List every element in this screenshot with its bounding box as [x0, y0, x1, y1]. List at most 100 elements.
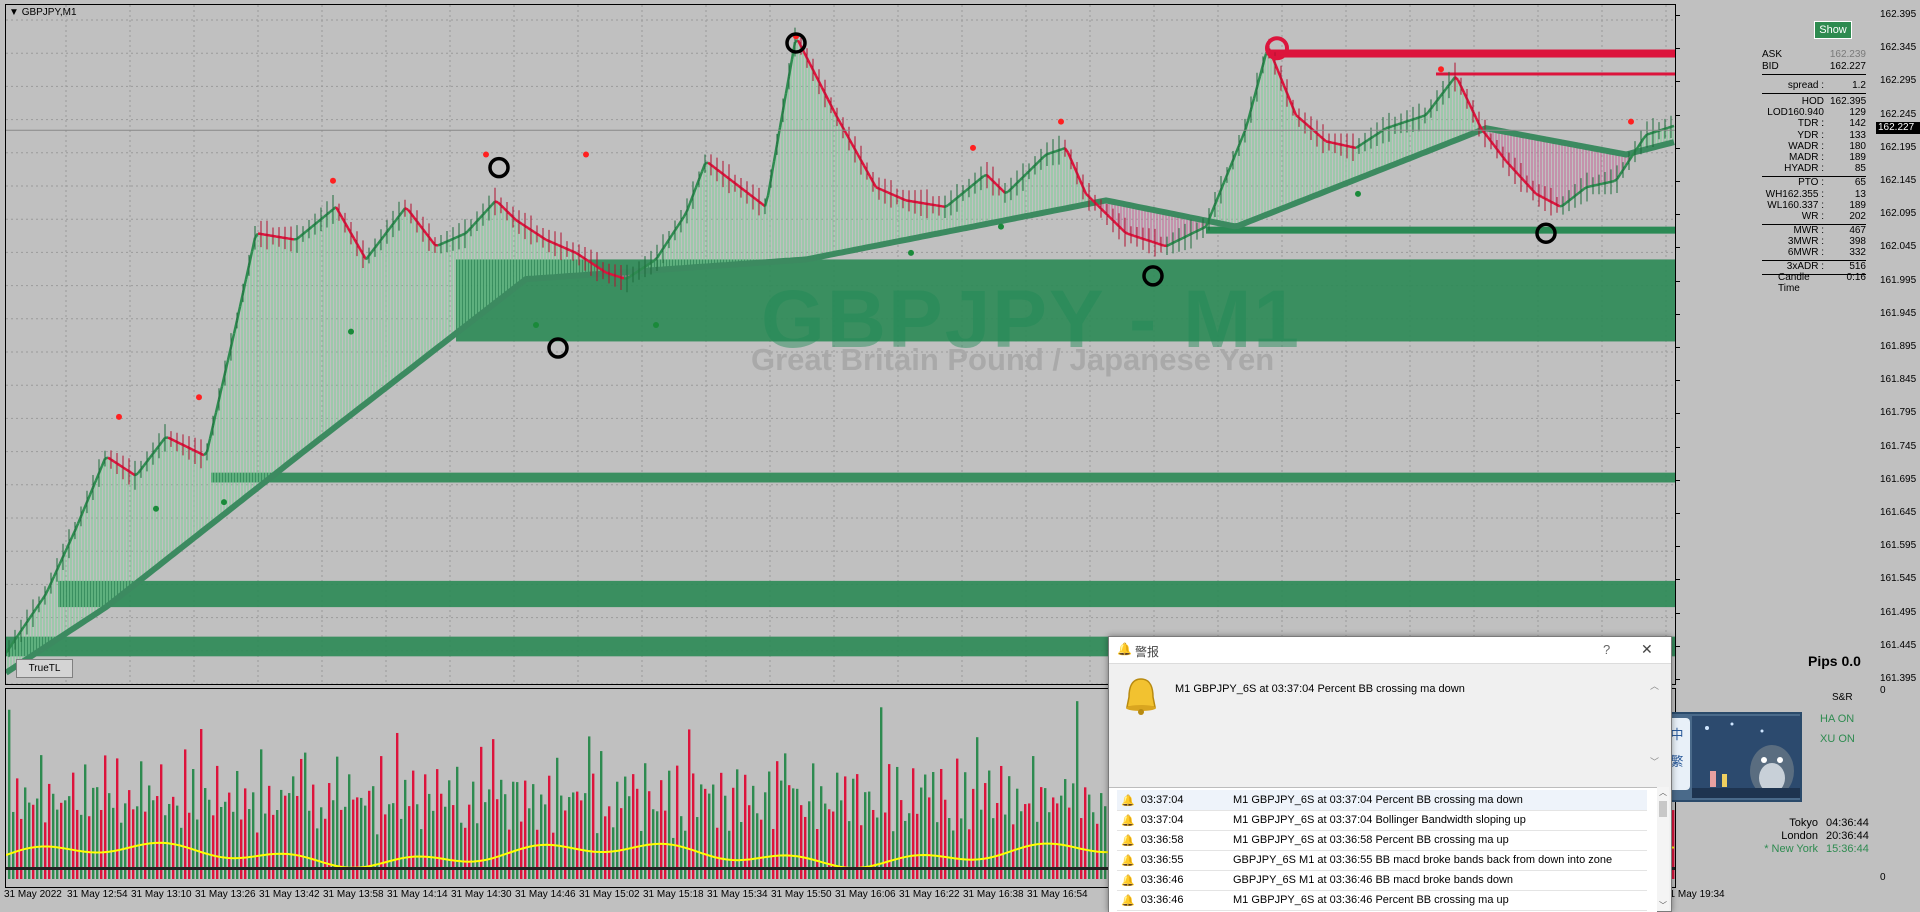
- alert-title: 警报: [1135, 643, 1159, 660]
- price-level-label: 161.495: [1880, 607, 1916, 618]
- help-button[interactable]: ?: [1603, 642, 1610, 657]
- volume-bar: [732, 788, 734, 879]
- volume-bar: [428, 794, 430, 879]
- volume-bar: [456, 767, 458, 879]
- volume-bar: [44, 822, 46, 879]
- alert-list-item[interactable]: 🔔03:36:58M1 GBPJPY_6S at 03:36:58 Percen…: [1117, 830, 1647, 851]
- alert-list-item[interactable]: 🔔03:36:46GBPJPY_6S M1 at 03:36:46 BB mac…: [1117, 870, 1647, 891]
- alert-list-item[interactable]: 🔔03:36:55GBPJPY_6S M1 at 03:36:55 BB mac…: [1117, 850, 1647, 871]
- session-time: 04:36:44: [1826, 817, 1869, 829]
- volume-bar: [724, 796, 726, 879]
- sr-label[interactable]: S&R: [1832, 692, 1853, 703]
- volume-bar: [848, 821, 850, 879]
- volume-bar: [348, 774, 350, 879]
- volume-bar: [780, 781, 782, 879]
- volume-bar: [104, 755, 106, 879]
- volume-bar: [516, 782, 518, 879]
- price-tick: [1676, 15, 1680, 16]
- alert-message: M1 GBPJPY_6S at 03:36:46 Percent BB cros…: [1233, 894, 1647, 906]
- volume-bar: [1008, 776, 1010, 879]
- fractal-high-dot: [1628, 119, 1634, 125]
- info-row-value: 202: [1830, 211, 1866, 222]
- volume-bar: [624, 777, 626, 879]
- info-row: WL160.337 :189: [1762, 200, 1866, 211]
- volume-bar: [592, 774, 594, 879]
- time-label: 31 May 19:34: [1664, 889, 1725, 900]
- price-tick: [1676, 513, 1680, 514]
- volume-bar: [156, 796, 158, 879]
- alert-time-cell: 🔔03:36:46: [1117, 874, 1233, 887]
- alert-history-list[interactable]: 🔔03:37:04M1 GBPJPY_6S at 03:37:04 Percen…: [1109, 787, 1657, 912]
- time-label: 31 May 16:54: [1027, 889, 1088, 900]
- info-row-value: 13: [1830, 189, 1866, 200]
- volume-bar: [48, 784, 50, 879]
- info-row: MWR :467: [1762, 225, 1866, 236]
- volume-bar: [532, 784, 534, 879]
- main-chart-pane[interactable]: ▼ GBPJPY,M1 GBPJPY - M1 Great Britain Po…: [5, 4, 1676, 685]
- alert-time: 03:37:04: [1141, 814, 1184, 826]
- info-row: WH162.355 :13: [1762, 189, 1866, 200]
- list-scroll-up-icon[interactable]: ︿: [1657, 787, 1669, 798]
- main-scroll-down-icon[interactable]: ﹀: [1650, 755, 1659, 768]
- volume-bar: [904, 821, 906, 879]
- alert-main-message: M1 GBPJPY_6S at 03:37:04 Percent BB cros…: [1175, 683, 1465, 695]
- swing-point-marker: [549, 339, 567, 357]
- truetl-button[interactable]: TrueTL: [16, 659, 73, 678]
- main-scroll-up-icon[interactable]: ︿: [1650, 679, 1659, 692]
- volume-bar: [376, 834, 378, 879]
- volume-bar: [856, 774, 858, 879]
- alert-list-item[interactable]: 🔔03:37:04M1 GBPJPY_6S at 03:37:04 Percen…: [1117, 790, 1647, 811]
- volume-bar: [700, 784, 702, 879]
- fractal-high-dot: [1058, 119, 1064, 125]
- price-tick: [1676, 413, 1680, 414]
- list-scroll-down-icon[interactable]: ﹀: [1657, 900, 1669, 911]
- volume-bar: [764, 792, 766, 879]
- time-label: 31 May 14:46: [515, 889, 576, 900]
- price-level-label: 161.595: [1880, 540, 1916, 551]
- alert-list-item[interactable]: 🔔03:36:46M1 GBPJPY_6S at 03:36:46 Percen…: [1117, 890, 1647, 911]
- volume-bar: [200, 729, 202, 879]
- session-city: * New York: [1760, 843, 1818, 855]
- info-row-value: 1.2: [1830, 80, 1866, 91]
- volume-bar: [184, 749, 186, 879]
- session-city: London: [1760, 830, 1818, 842]
- alert-dialog[interactable]: 🔔 警报 ? ✕ M1 GBPJPY_6S at 03:37:04 Percen…: [1108, 636, 1672, 912]
- volume-bar: [448, 780, 450, 879]
- time-label: 31 May 2022: [4, 889, 62, 900]
- info-separator: [1762, 74, 1866, 75]
- price-level-label: 161.795: [1880, 407, 1916, 418]
- volume-bar: [632, 774, 634, 879]
- watermark-subtitle: Great Britain Pound / Japanese Yen: [751, 342, 1274, 378]
- volume-bar: [380, 756, 382, 879]
- volume-bar: [120, 823, 122, 879]
- close-button[interactable]: ✕: [1641, 641, 1653, 658]
- list-scroll-thumb[interactable]: [1659, 801, 1667, 817]
- volume-bar: [68, 796, 70, 879]
- list-scrollbar[interactable]: ︿ ﹀: [1657, 787, 1669, 911]
- volume-bar: [300, 759, 302, 879]
- time-label: 31 May 16:06: [835, 889, 896, 900]
- time-label: 31 May 15:34: [707, 889, 768, 900]
- volume-bar: [480, 747, 482, 879]
- alert-titlebar[interactable]: 🔔 警报 ? ✕: [1109, 637, 1671, 664]
- show-button[interactable]: Show: [1814, 21, 1852, 39]
- info-row: PTO :65: [1762, 177, 1866, 188]
- alert-bell-large-icon: [1119, 675, 1163, 719]
- alert-list-item[interactable]: 🔔03:37:04M1 GBPJPY_6S at 03:37:04 Bollin…: [1117, 810, 1647, 831]
- volume-bar: [584, 793, 586, 879]
- volume-bar: [928, 797, 930, 879]
- volume-bar: [216, 766, 218, 879]
- alert-time-cell: 🔔 03:37:04: [1117, 814, 1233, 827]
- price-level-label: 162.045: [1880, 241, 1916, 252]
- fractal-low-dot: [908, 250, 914, 256]
- ha-on-toggle[interactable]: HA ON: [1820, 713, 1854, 725]
- volume-bar: [196, 820, 198, 879]
- xu-on-toggle[interactable]: XU ON: [1820, 733, 1855, 745]
- volume-bar: [880, 707, 882, 879]
- info-row-label: WR :: [1762, 211, 1824, 222]
- time-label: 31 May 13:10: [131, 889, 192, 900]
- bell-icon: 🔔: [1121, 814, 1135, 827]
- volume-bar: [36, 799, 38, 879]
- fractal-low-dot: [221, 499, 227, 505]
- price-level-label: 162.395: [1880, 9, 1916, 20]
